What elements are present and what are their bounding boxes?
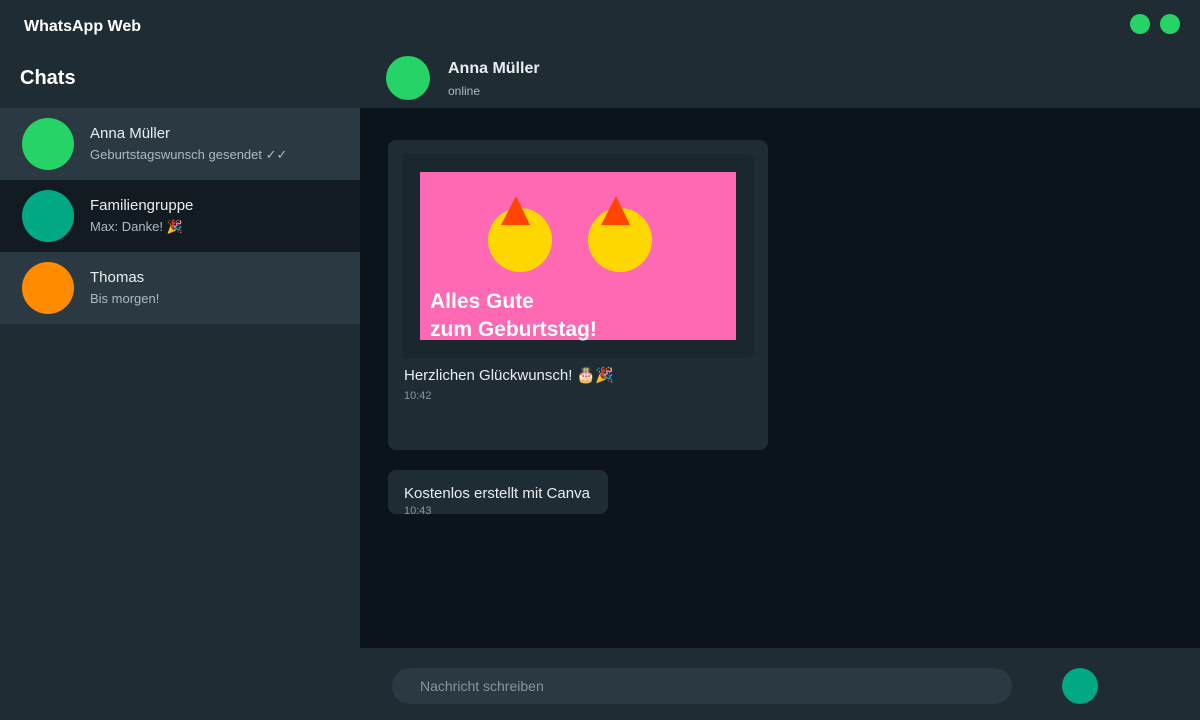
chat-name: Anna Müller bbox=[90, 125, 171, 142]
birthday-card-image: Alles Gute zum Geburtstag! bbox=[420, 172, 736, 341]
app-title: WhatsApp Web bbox=[24, 18, 142, 35]
compose-bar bbox=[360, 648, 1200, 720]
chat-item-thomas[interactable]: Thomas Bis morgen! bbox=[0, 252, 360, 324]
chat-name: Familiengruppe bbox=[90, 197, 194, 214]
contact-avatar[interactable] bbox=[386, 56, 430, 100]
card-title: Alles Gute zum Geburtstag! bbox=[430, 288, 750, 344]
message-text: Kostenlos erstellt mit Canva bbox=[404, 485, 590, 502]
media-attachment[interactable]: Alles Gute zum Geburtstag! bbox=[402, 154, 754, 358]
window-control-dot-icon[interactable] bbox=[1130, 14, 1150, 34]
chat-preview: Bis morgen! bbox=[90, 291, 160, 306]
avatar bbox=[22, 190, 74, 242]
message-bubble[interactable]: Kostenlos erstellt mit Canva 10:43 bbox=[388, 470, 608, 517]
contact-status: online bbox=[448, 84, 481, 98]
chat-preview: Max: Danke! 🎉 bbox=[90, 219, 183, 234]
title-bar: WhatsApp Web bbox=[0, 0, 1200, 52]
chat-name: Thomas bbox=[90, 269, 145, 286]
send-icon[interactable] bbox=[1062, 668, 1098, 704]
message-text: Herzlichen Glückwunsch! 🎂🎉 bbox=[404, 367, 614, 384]
window-control-dot-icon[interactable] bbox=[1160, 14, 1180, 34]
whatsapp-web-window: WhatsApp Web Chats Anna Müller Geburtsta… bbox=[0, 0, 1200, 720]
message-area[interactable]: Alles Gute zum Geburtstag! Herzlichen Gl… bbox=[360, 108, 1200, 648]
chat-list: Anna Müller Geburtstagswunsch gesendet ✓… bbox=[0, 108, 360, 324]
avatar bbox=[22, 118, 74, 170]
avatar bbox=[22, 262, 74, 314]
card-title-line: Alles Gute bbox=[430, 290, 534, 313]
message-time: 10:42 bbox=[404, 390, 432, 402]
contact-name: Anna Müller bbox=[448, 60, 540, 77]
sidebar-title: Chats bbox=[20, 67, 76, 89]
chat-item-anna[interactable]: Anna Müller Geburtstagswunsch gesendet ✓… bbox=[0, 108, 360, 180]
conversation-header[interactable]: Anna Müller online bbox=[360, 52, 1200, 108]
message-bubble[interactable]: Alles Gute zum Geburtstag! Herzlichen Gl… bbox=[388, 140, 768, 450]
chat-item-familiengruppe[interactable]: Familiengruppe Max: Danke! 🎉 bbox=[0, 180, 360, 252]
message-time: 10:43 bbox=[404, 505, 432, 517]
card-title-line: zum Geburtstag! bbox=[430, 318, 597, 341]
message-input[interactable] bbox=[392, 668, 1012, 704]
sidebar: Chats Anna Müller Geburtstagswunsch gese… bbox=[0, 52, 360, 720]
chat-preview: Geburtstagswunsch gesendet ✓✓ bbox=[90, 147, 288, 162]
